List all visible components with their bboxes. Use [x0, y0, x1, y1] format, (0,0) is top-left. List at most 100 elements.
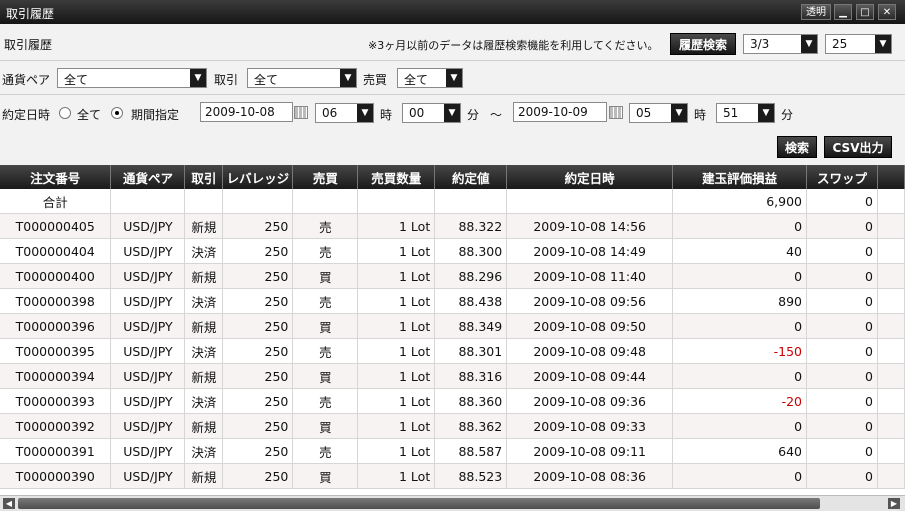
column-header[interactable]: スワップ: [806, 165, 878, 189]
total-swap: 0: [806, 189, 878, 214]
empty-cell: [222, 189, 294, 214]
radio-all[interactable]: [59, 107, 71, 119]
column-header-filler: [877, 165, 905, 189]
quantity-cell: 1 Lot: [357, 263, 436, 289]
radio-range[interactable]: [111, 107, 123, 119]
quantity-cell: 1 Lot: [357, 363, 436, 389]
trade-table: 注文番号 通貨ペア 取引 レバレッジ 売買 売買数量 約定値 約定日時 建玉評価損益 スワップ 合…: [0, 165, 905, 489]
empty-cell: [877, 338, 905, 364]
column-header[interactable]: 注文番号: [0, 165, 112, 189]
order-id: T000000390: [0, 463, 112, 489]
price-cell: 88.587: [434, 438, 508, 464]
time-cell: 2009-10-08 14:49: [506, 238, 674, 264]
total-row[interactable]: 合計 6,900 0: [0, 189, 905, 214]
column-header[interactable]: 取引: [184, 165, 224, 189]
table-row[interactable]: T000000398 USD/JPY 決済 250 売 1 Lot 88.438 2009-1…: [0, 288, 905, 314]
pair-cell: USD/JPY: [110, 338, 186, 364]
table-row[interactable]: T000000391 USD/JPY 決済 250 売 1 Lot 88.587 2009-1…: [0, 438, 905, 464]
per-page-select[interactable]: 25 ▼: [825, 34, 892, 54]
quantity-cell: 1 Lot: [357, 388, 436, 414]
column-header[interactable]: 建玉評価損益: [672, 165, 808, 189]
maximize-icon[interactable]: □: [856, 4, 874, 20]
close-icon[interactable]: ✕: [878, 4, 896, 20]
trade-label: 取引: [214, 73, 239, 87]
column-header[interactable]: 売買数量: [357, 165, 436, 189]
radio-range-label: 期間指定: [131, 108, 180, 122]
column-header[interactable]: レバレッジ: [222, 165, 294, 189]
transparent-button[interactable]: 透明: [801, 4, 831, 20]
trade-cell: 決済: [184, 388, 224, 414]
horizontal-scrollbar[interactable]: ◀ ▶: [0, 495, 905, 511]
pair-cell: USD/JPY: [110, 413, 186, 439]
chevron-down-icon: ▼: [446, 69, 462, 87]
order-id: T000000392: [0, 413, 112, 439]
pl-cell: -20: [672, 388, 808, 414]
side-cell: 買: [292, 463, 359, 489]
title-bar: 取引履歴 透明 ▁ □ ✕: [0, 0, 905, 24]
table-row[interactable]: T000000394 USD/JPY 新規 250 買 1 Lot 88.316 2009-1…: [0, 363, 905, 389]
price-cell: 88.301: [434, 338, 508, 364]
time-cell: 2009-10-08 11:40: [506, 263, 674, 289]
csv-export-button[interactable]: CSV出力: [824, 136, 892, 158]
table-row[interactable]: T000000390 USD/JPY 新規 250 買 1 Lot 88.523 2009-1…: [0, 463, 905, 489]
empty-cell: [877, 438, 905, 464]
from-min-select[interactable]: 00 ▼: [402, 103, 461, 123]
column-header[interactable]: 約定値: [434, 165, 508, 189]
table-row[interactable]: T000000393 USD/JPY 決済 250 売 1 Lot 88.360 2009-1…: [0, 388, 905, 414]
price-cell: 88.438: [434, 288, 508, 314]
chevron-down-icon: ▼: [758, 104, 774, 122]
order-id: T000000394: [0, 363, 112, 389]
from-date-input[interactable]: 2009-10-08: [200, 102, 293, 122]
pl-cell: 0: [672, 463, 808, 489]
table-row[interactable]: T000000405 USD/JPY 新規 250 売 1 Lot 88.322 2009-1…: [0, 213, 905, 239]
side-cell: 買: [292, 363, 359, 389]
empty-cell: [877, 413, 905, 439]
total-label: 合計: [0, 189, 112, 214]
search-button[interactable]: 検索: [777, 136, 817, 158]
empty-cell: [357, 189, 436, 214]
pair-cell: USD/JPY: [110, 288, 186, 314]
price-cell: 88.316: [434, 363, 508, 389]
table-row[interactable]: T000000396 USD/JPY 新規 250 買 1 Lot 88.349 2009-1…: [0, 313, 905, 339]
to-hour-select[interactable]: 05 ▼: [629, 103, 688, 123]
table-row[interactable]: T000000395 USD/JPY 決済 250 売 1 Lot 88.301 2009-1…: [0, 338, 905, 364]
chevron-down-icon: ▼: [671, 104, 687, 122]
calendar-icon[interactable]: [294, 106, 308, 119]
swap-cell: 0: [806, 463, 878, 489]
calendar-icon[interactable]: [609, 106, 623, 119]
from-min-value: 00: [409, 106, 425, 120]
trade-select[interactable]: 全て ▼: [247, 68, 357, 88]
page-select[interactable]: 3/3 ▼: [743, 34, 818, 54]
price-cell: 88.523: [434, 463, 508, 489]
table-row[interactable]: T000000404 USD/JPY 決済 250 売 1 Lot 88.300 2009-1…: [0, 238, 905, 264]
from-hour-select[interactable]: 06 ▼: [315, 103, 374, 123]
price-cell: 88.296: [434, 263, 508, 289]
side-cell: 売: [292, 288, 359, 314]
order-id: T000000395: [0, 338, 112, 364]
minimize-icon[interactable]: ▁: [834, 4, 852, 20]
panel-title: 取引履歴: [4, 38, 53, 52]
chevron-down-icon: ▼: [444, 104, 460, 122]
scrollbar-thumb[interactable]: [18, 498, 820, 509]
leverage-cell: 250: [222, 463, 294, 489]
chevron-down-icon: ▼: [340, 69, 356, 87]
table-header-row: 注文番号 通貨ペア 取引 レバレッジ 売買 売買数量 約定値 約定日時 建玉評価損益 スワップ: [0, 165, 905, 189]
scroll-right-icon[interactable]: ▶: [888, 498, 900, 509]
table-row[interactable]: T000000392 USD/JPY 新規 250 買 1 Lot 88.362 2009-1…: [0, 413, 905, 439]
column-header[interactable]: 約定日時: [506, 165, 674, 189]
scroll-left-icon[interactable]: ◀: [3, 498, 15, 509]
column-header[interactable]: 売買: [292, 165, 359, 189]
column-header[interactable]: 通貨ペア: [110, 165, 186, 189]
pair-select[interactable]: 全て ▼: [57, 68, 207, 88]
empty-cell: [434, 189, 508, 214]
to-date-input[interactable]: 2009-10-09: [513, 102, 607, 122]
side-select[interactable]: 全て ▼: [397, 68, 463, 88]
hour-unit: 時: [694, 108, 707, 122]
empty-cell: [877, 313, 905, 339]
table-row[interactable]: T000000400 USD/JPY 新規 250 買 1 Lot 88.296 2009-1…: [0, 263, 905, 289]
to-min-select[interactable]: 51 ▼: [716, 103, 775, 123]
history-search-button[interactable]: 履歴検索: [670, 33, 736, 55]
time-cell: 2009-10-08 09:11: [506, 438, 674, 464]
leverage-cell: 250: [222, 388, 294, 414]
trade-cell: 新規: [184, 463, 224, 489]
